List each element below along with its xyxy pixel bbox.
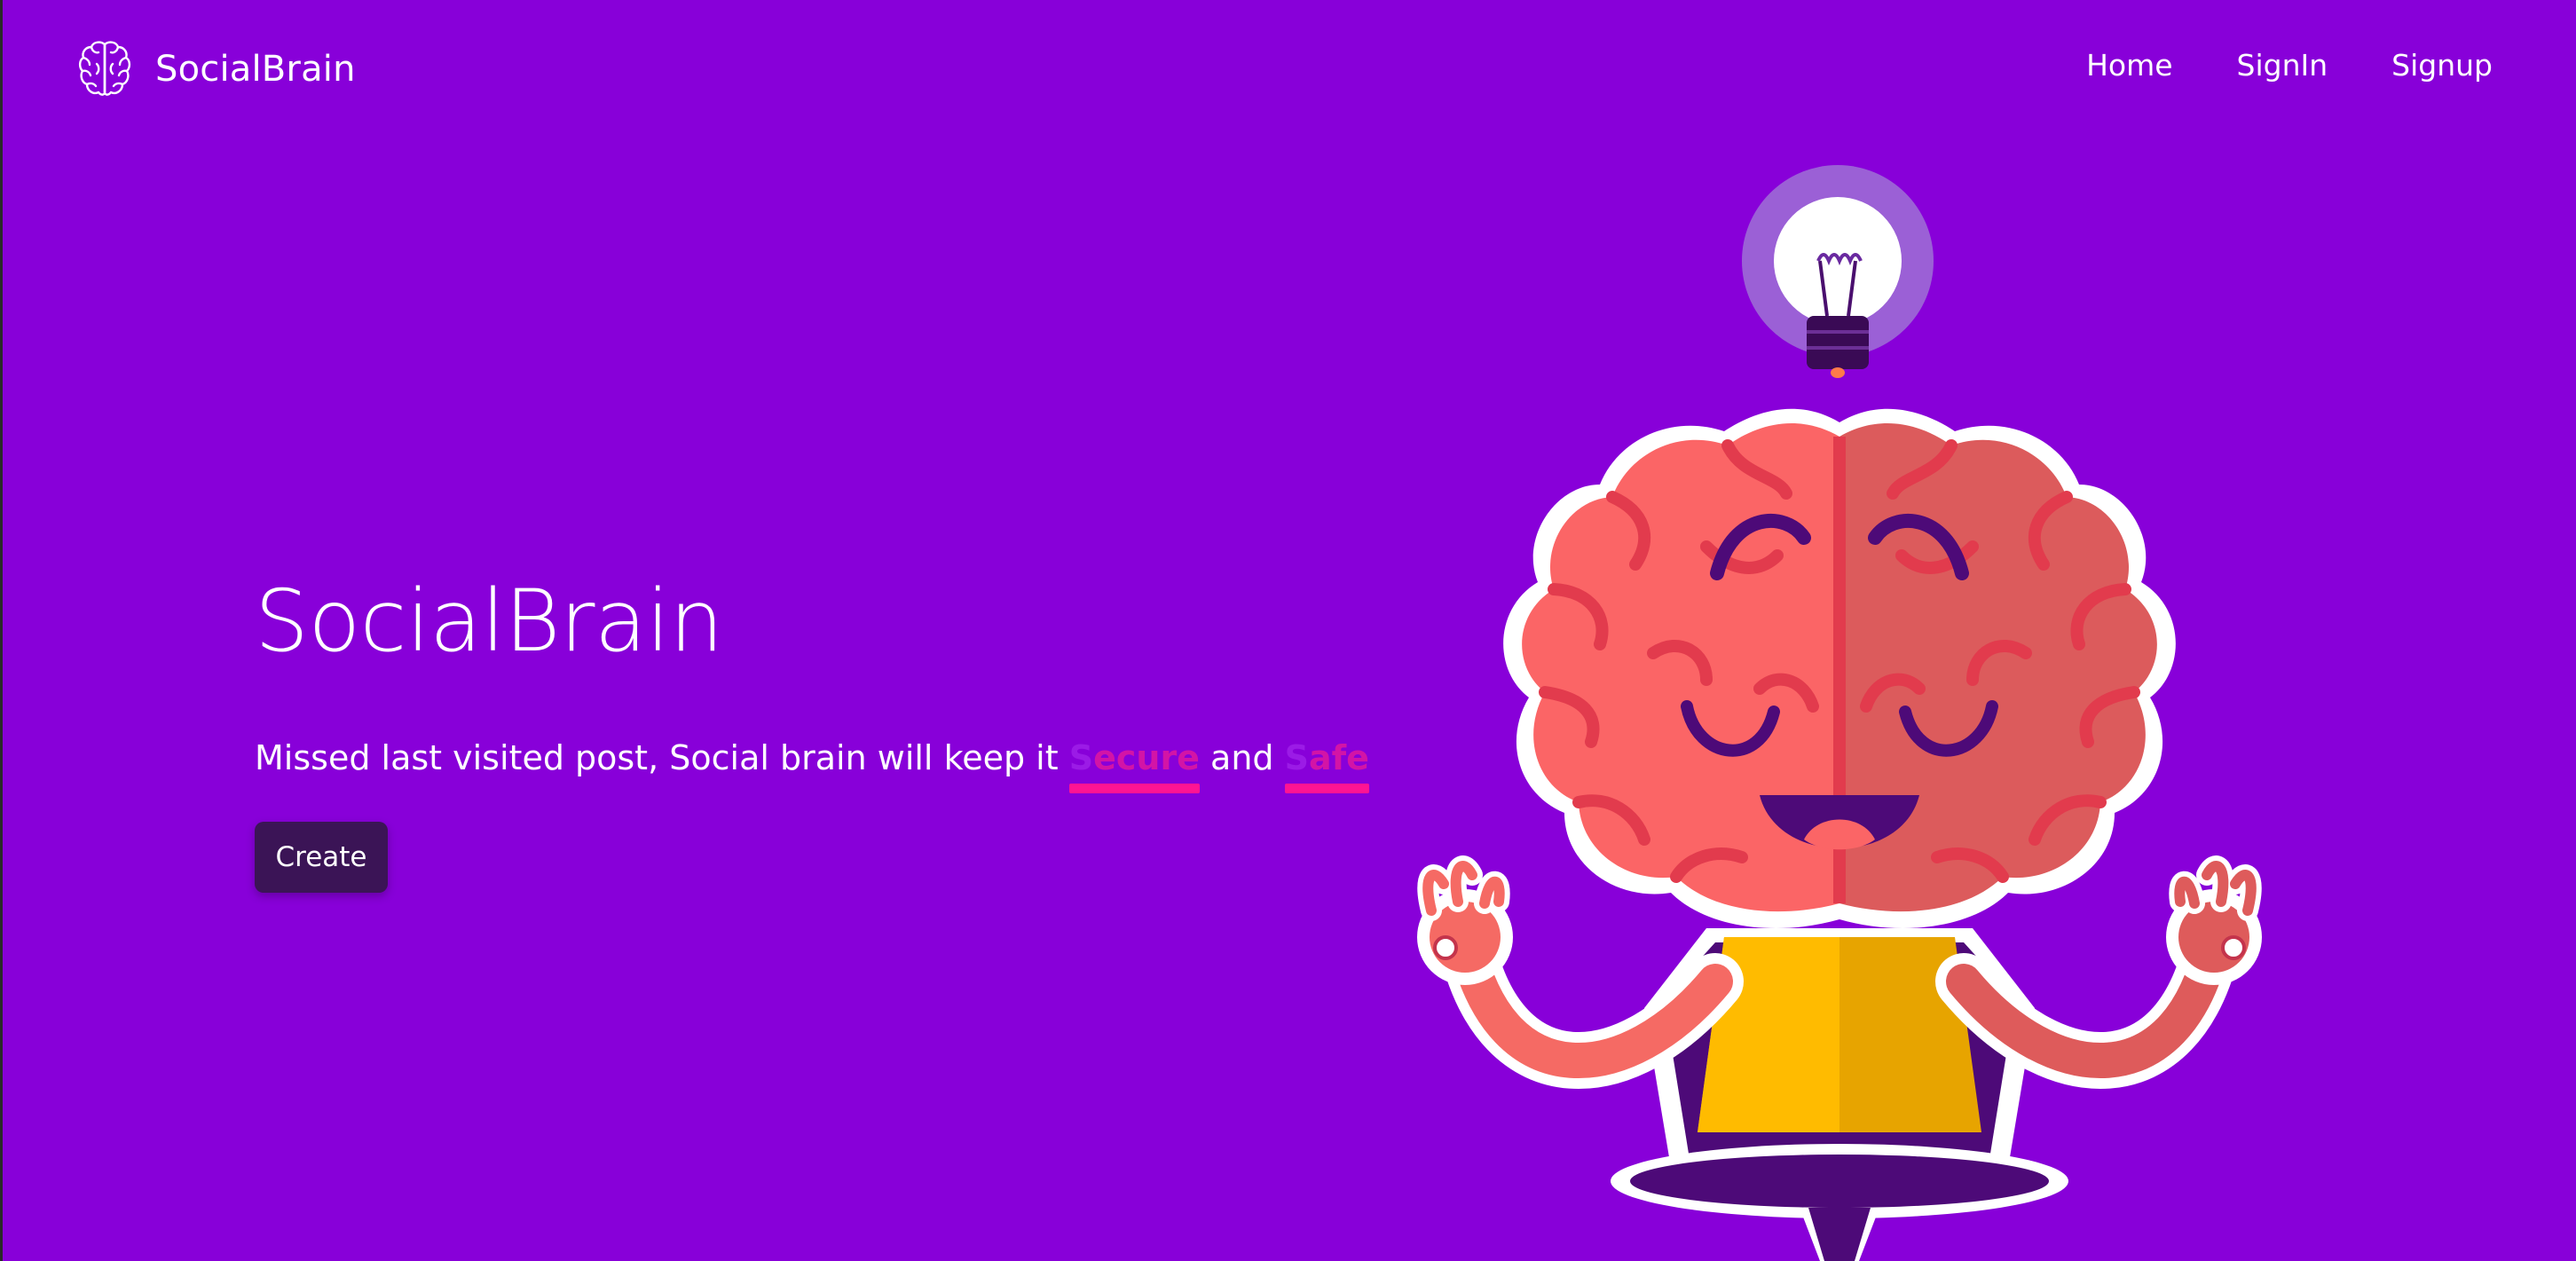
brand-link[interactable]: SocialBrain (77, 39, 356, 99)
lightbulb-icon (1742, 165, 1934, 378)
highlight-safe-first-letter: S (1284, 738, 1309, 777)
body-shape (1611, 928, 2068, 1261)
nav-home-link[interactable]: Home (2086, 48, 2172, 83)
brain-outline-icon (78, 41, 131, 96)
nav-links: Home SignIn Signup (2086, 48, 2493, 83)
hero-subtitle-text: Missed last visited post, Social brain w… (255, 738, 1069, 777)
navbar: SocialBrain Home SignIn Signup (3, 0, 2576, 138)
hero-title: SocialBrain (255, 571, 723, 671)
highlight-secure: Secure (1068, 735, 1201, 793)
meditating-brain-illustration (1417, 165, 2262, 1261)
hero-subtitle: Missed last visited post, Social brain w… (255, 735, 1370, 793)
highlight-secure-first-letter: S (1068, 738, 1094, 777)
landing-page: SocialBrain Home SignIn Signup SocialBra… (0, 0, 2576, 1261)
nav-signin-link[interactable]: SignIn (2237, 48, 2328, 83)
nav-signup-link[interactable]: Signup (2391, 48, 2493, 83)
highlight-secure-rest: ecure (1093, 738, 1200, 777)
hero-connector: and (1199, 738, 1285, 777)
brain-shape (1503, 408, 2176, 928)
create-button[interactable]: Create (255, 822, 388, 893)
brand-name: SocialBrain (155, 49, 356, 90)
